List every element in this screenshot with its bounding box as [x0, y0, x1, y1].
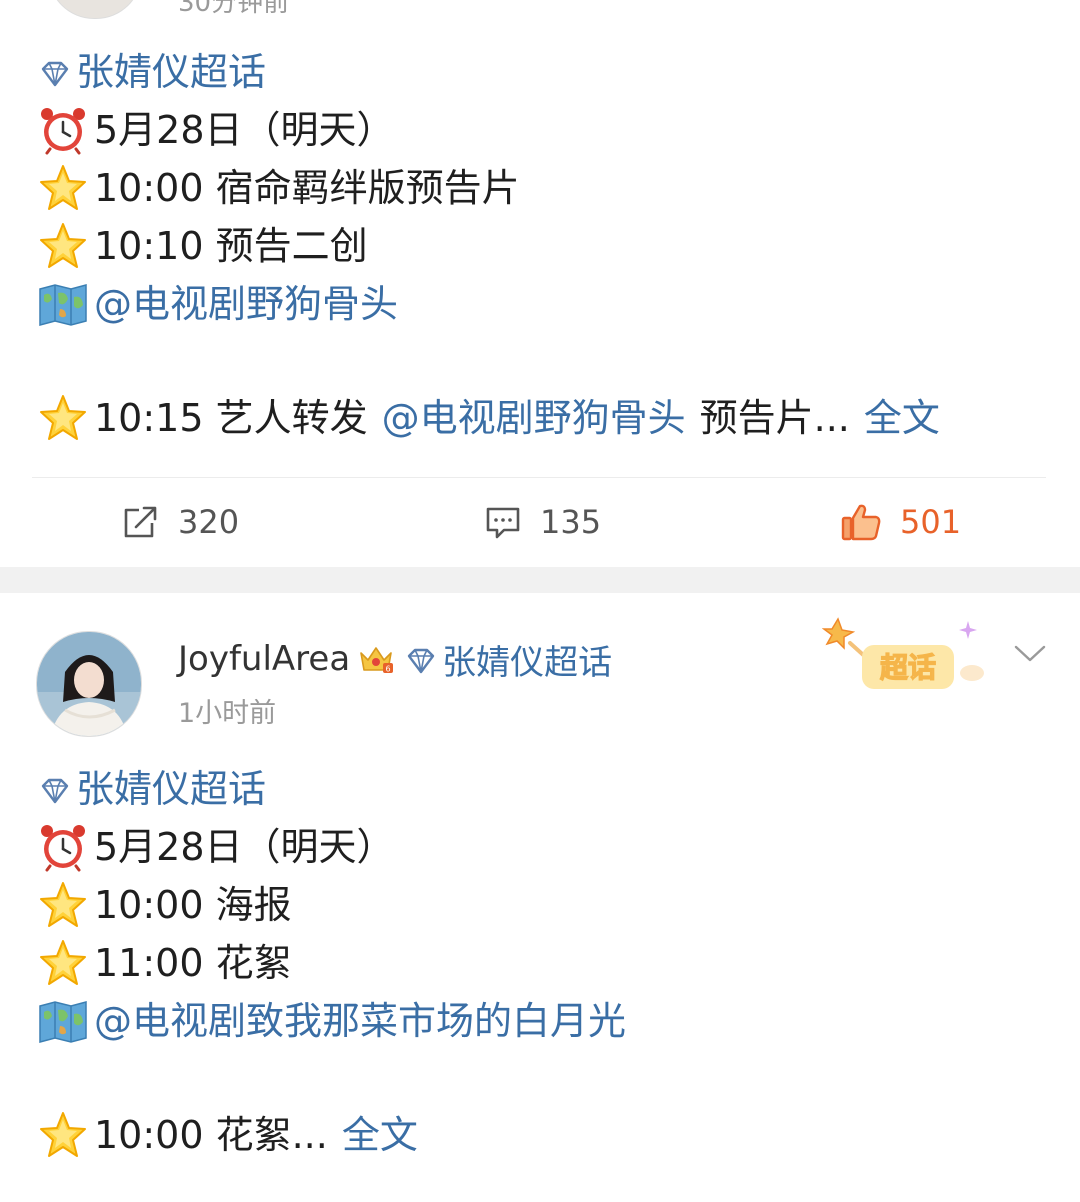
star-icon	[38, 221, 88, 271]
line-text: 10:15 艺人转发	[94, 396, 368, 440]
post-header: JoyfulArea 6 张婧仪超话	[178, 635, 612, 683]
username[interactable]: JoyfulArea	[178, 639, 350, 679]
post-line: 5月28日（明天）	[38, 104, 395, 156]
mention-link[interactable]: @电视剧致我那菜市场的白月光	[94, 995, 626, 1047]
super-topic-icon	[404, 644, 438, 678]
header-topic-label: 张婧仪超话	[442, 642, 613, 683]
repost-icon	[124, 506, 157, 538]
line-text: 10:00 宿命羁绊版预告片	[94, 166, 520, 210]
super-topic-icon	[38, 57, 72, 91]
read-more-link[interactable]: 全文	[342, 1109, 418, 1161]
comment-icon	[486, 507, 520, 539]
crown-badge-icon: 6	[360, 647, 394, 674]
map-icon	[38, 996, 88, 1046]
line-text: 10:10 预告二创	[94, 224, 368, 268]
alarm-clock-icon	[38, 105, 88, 155]
post-time: 30分钟前	[178, 0, 290, 18]
star-icon	[38, 938, 88, 988]
post-line: 11:00 花絮	[38, 937, 292, 989]
map-icon	[38, 279, 88, 329]
read-more-link[interactable]: 全文	[864, 392, 940, 444]
line-text: 5月28日（明天）	[94, 108, 395, 152]
comment-button[interactable]: 135	[484, 500, 601, 544]
header-topic-link[interactable]: 张婧仪超话	[404, 635, 612, 684]
super-topic-icon	[38, 774, 72, 808]
feed-divider	[0, 567, 1080, 593]
star-icon	[38, 880, 88, 930]
thumbs-up-icon	[841, 504, 881, 541]
post-line: 10:10 预告二创	[38, 220, 368, 272]
topic-link[interactable]: 张婧仪超话	[38, 763, 266, 815]
line-text: 11:00 花絮	[94, 941, 292, 985]
divider	[32, 477, 1046, 478]
post-line: 10:15 艺人转发 @电视剧野狗骨头 预告片... 全文	[38, 392, 940, 444]
topic-label: 张婧仪超话	[76, 767, 267, 811]
avatar[interactable]	[36, 631, 142, 737]
line-text: 5月28日（明天）	[94, 825, 395, 869]
post-line: 10:00 花絮... 全文	[38, 1109, 418, 1161]
post-line: 10:00 海报	[38, 879, 292, 931]
comment-count: 135	[540, 503, 602, 541]
star-icon	[38, 1110, 88, 1160]
post-line: @电视剧野狗骨头	[38, 278, 398, 330]
line-text: 10:00 海报	[94, 883, 292, 927]
like-count: 501	[900, 503, 962, 541]
mention-link[interactable]: @电视剧野狗骨头	[94, 278, 398, 330]
star-icon	[38, 393, 88, 443]
post-time: 1小时前	[178, 698, 277, 729]
repost-button[interactable]: 320	[122, 500, 239, 544]
like-button[interactable]: 501	[840, 500, 961, 544]
chevron-down-icon[interactable]	[1012, 641, 1048, 665]
line-text: 10:00 花絮...	[94, 1113, 328, 1157]
avatar-image	[37, 632, 141, 736]
star-icon	[38, 163, 88, 213]
super-topic-badge[interactable]: 超话	[822, 615, 992, 705]
post-line: 10:00 宿命羁绊版预告片	[38, 162, 520, 214]
topic-label: 张婧仪超话	[76, 50, 267, 94]
avatar[interactable]	[48, 0, 142, 19]
svg-text:6: 6	[386, 665, 391, 674]
badge-label: 超话	[880, 651, 936, 684]
alarm-clock-icon	[38, 822, 88, 872]
post-line: @电视剧致我那菜市场的白月光	[38, 995, 626, 1047]
mention-link[interactable]: @电视剧野狗骨头	[382, 392, 686, 444]
topic-link[interactable]: 张婧仪超话	[38, 46, 266, 98]
line-text: 预告片...	[699, 396, 850, 440]
post-card[interactable]: 30分钟前 张婧仪超话 5月28日（明天） 10:00 宿命羁绊版预告片 10:…	[0, 0, 1080, 567]
post-line: 5月28日（明天）	[38, 821, 395, 873]
repost-count: 320	[178, 503, 240, 541]
post-card[interactable]: JoyfulArea 6 张婧仪超话 1小时前 超话 张婧仪超话 5月28日（明…	[0, 593, 1080, 1202]
